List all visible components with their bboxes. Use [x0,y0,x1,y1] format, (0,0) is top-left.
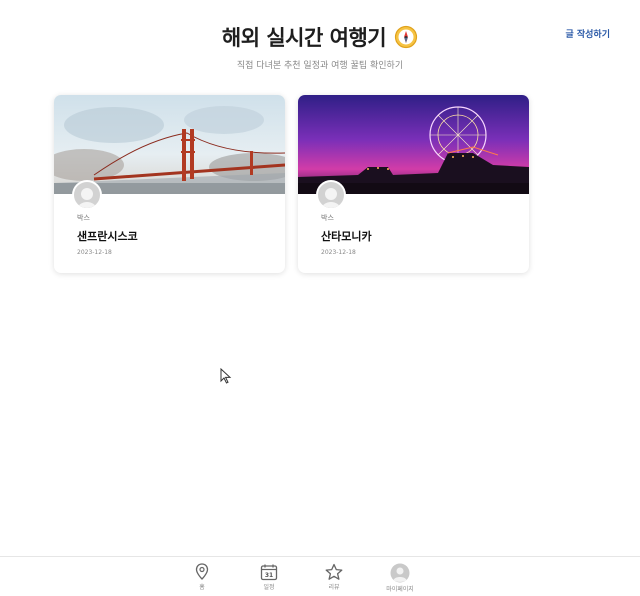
profile-icon [390,563,410,583]
author-avatar [72,180,102,210]
page-title: 해외 실시간 여행기 [221,26,387,50]
card-date: 2023-12-18 [321,249,356,256]
card-author: 박스 [77,214,90,222]
travel-card[interactable]: 박스 샌프란시스코 2023-12-18 [54,95,285,273]
map-pin-icon [195,563,209,580]
card-title: 샌프란시스코 [77,230,138,243]
nav-item-review[interactable]: 리뷰 [314,563,354,591]
nav-label-home: 홈 [199,584,205,591]
avatar-icon [321,188,341,208]
card-date: 2023-12-18 [77,249,112,256]
card-title: 산타모니카 [321,230,372,243]
nav-item-mypage[interactable]: 마이페이지 [380,563,420,593]
compass-icon [394,25,418,49]
page-subtitle: 직접 다녀본 추천 일정과 여행 꿀팁 확인하기 [236,61,404,71]
nav-item-home[interactable]: 홈 [182,563,222,591]
calendar-day-text: 31 [265,572,273,579]
star-icon [325,563,343,580]
card-list: 박스 샌프란시스코 2023-12-18 박스 산타모니카 2023-12-18 [54,95,529,273]
nav-label-mypage: 마이페이지 [386,586,414,593]
nav-item-schedule[interactable]: 31 일정 [249,563,289,591]
bottom-navigation: 홈 31 일정 리뷰 마이페이지 [0,556,640,596]
calendar-icon: 31 [260,564,278,581]
nav-label-review: 리뷰 [328,584,340,591]
avatar-icon [77,188,97,208]
write-post-link[interactable]: 글 작성하기 [565,27,610,40]
travel-card[interactable]: 박스 산타모니카 2023-12-18 [298,95,529,273]
author-avatar [316,180,346,210]
nav-label-schedule: 일정 [263,584,275,591]
page-header: 해외 실시간 여행기 직접 다녀본 추천 일정과 여행 꿀팁 확인하기 [0,22,640,71]
card-author: 박스 [321,214,334,222]
mouse-cursor-icon [220,368,232,384]
